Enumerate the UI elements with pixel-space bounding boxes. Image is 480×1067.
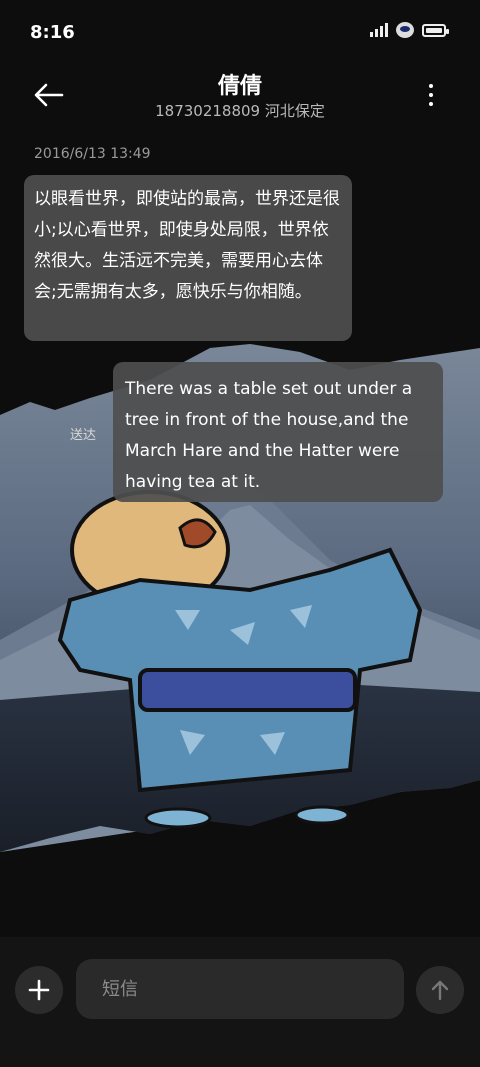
contact-name: 倩倩 xyxy=(217,74,262,99)
notification-icon xyxy=(396,22,414,38)
delivery-status: 送达 xyxy=(70,428,97,443)
contact-info: 18730218809 河北保定 xyxy=(155,102,325,120)
more-options-button[interactable] xyxy=(423,80,439,110)
message-input[interactable] xyxy=(100,977,380,1001)
signal-icon xyxy=(370,23,388,37)
add-attachment-button[interactable] xyxy=(15,966,63,1014)
status-time: 8:16 xyxy=(30,22,75,43)
arrow-up-icon xyxy=(431,980,449,1001)
message-timestamp: 2016/6/13 13:49 xyxy=(34,146,151,162)
incoming-message-bubble[interactable]: 以眼看世界，即使站的最高，世界还是很小;以心看世界，即使身处局限，世界依然很大。… xyxy=(24,175,352,341)
outgoing-message-bubble[interactable]: There was a table set out under a tree i… xyxy=(113,362,443,502)
status-icons xyxy=(370,22,449,38)
send-button[interactable] xyxy=(416,966,464,1014)
outgoing-message-text: There was a table set out under a tree i… xyxy=(125,379,413,492)
plus-icon xyxy=(28,979,50,1001)
battery-icon xyxy=(422,23,449,37)
more-vertical-icon xyxy=(429,84,433,88)
incoming-message-text: 以眼看世界，即使站的最高，世界还是很小;以心看世界，即使身处局限，世界依然很大。… xyxy=(34,189,340,302)
message-input-container[interactable] xyxy=(76,959,404,1019)
